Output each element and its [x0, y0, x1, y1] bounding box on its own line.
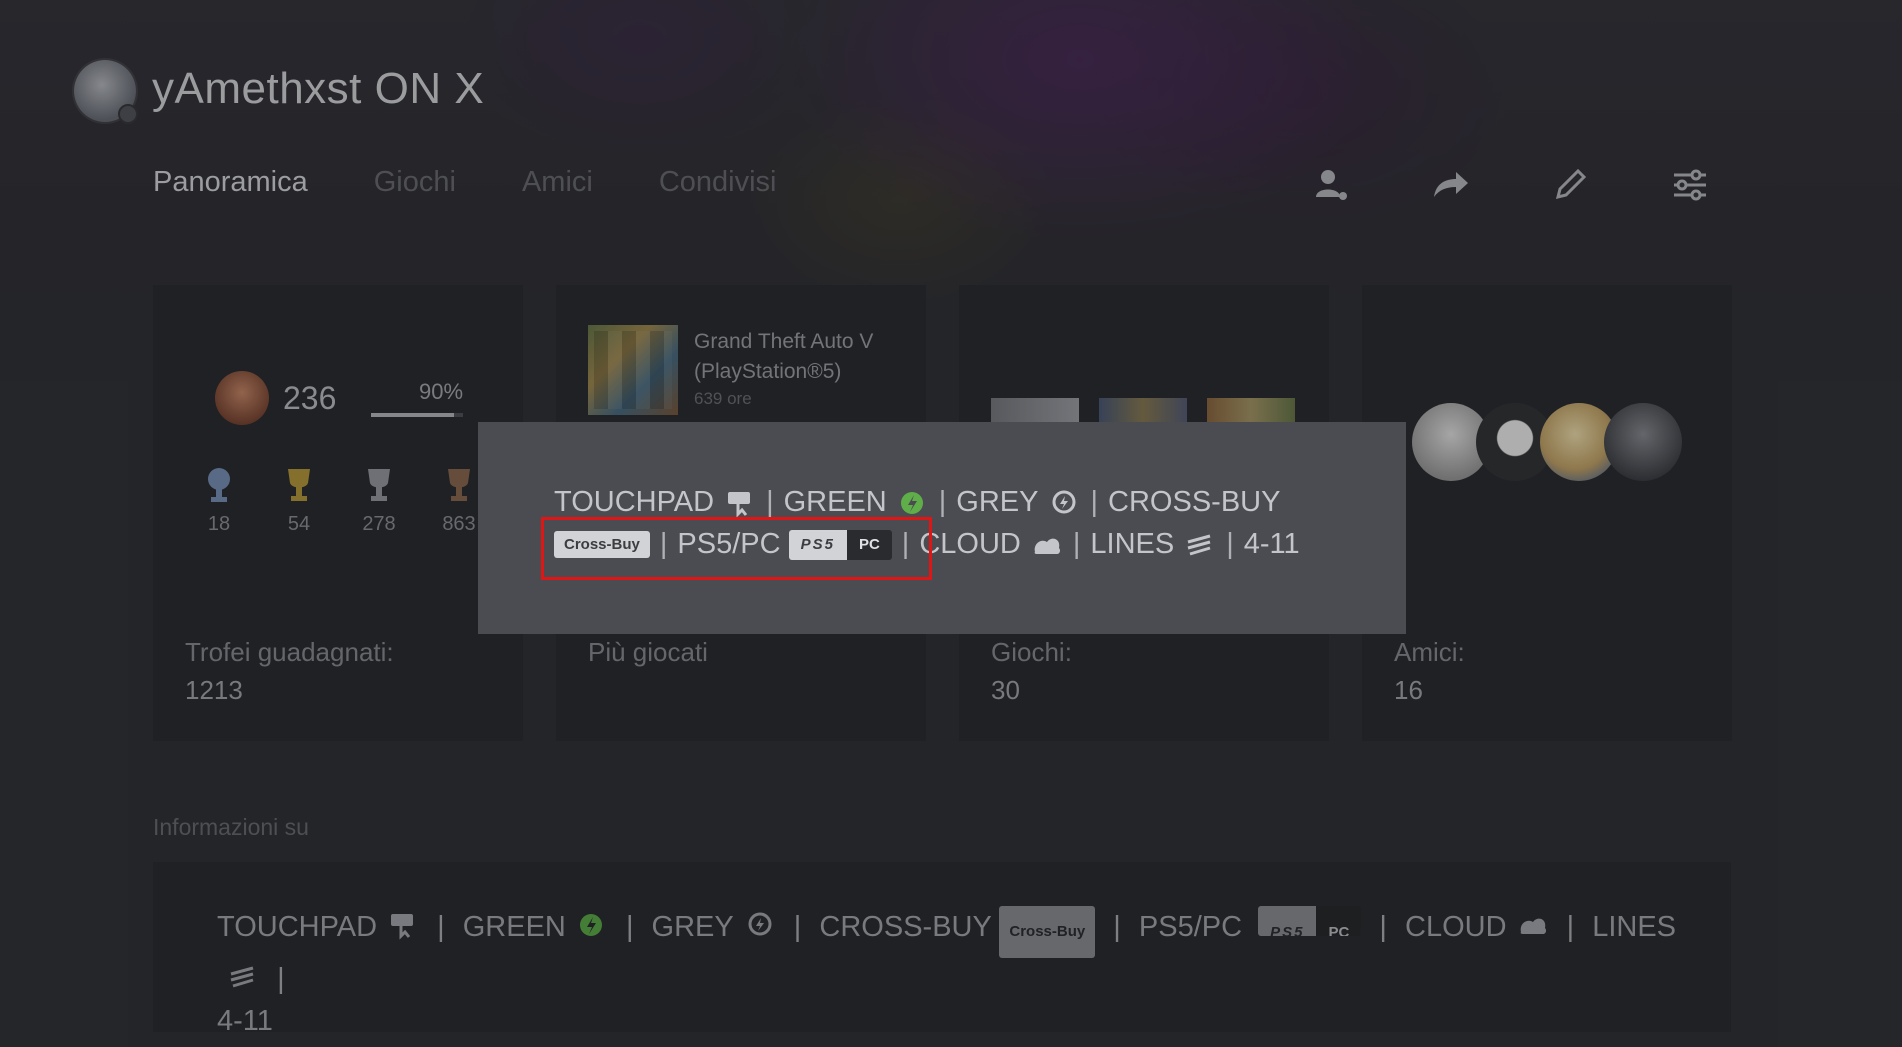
popup-lines: LINES — [1090, 528, 1175, 560]
green-icon — [897, 488, 929, 518]
popup-line-1: TOUCHPAD | GREEN | GREY | CROSS-BUY — [554, 486, 1280, 519]
popup-touchpad: TOUCHPAD — [554, 486, 715, 518]
popup-range: 4-11 — [1243, 528, 1300, 560]
popup-cloud: CLOUD — [919, 528, 1021, 560]
lines-icon — [1184, 530, 1216, 560]
separator: | — [1226, 528, 1234, 560]
popup-grey: GREY — [956, 486, 1039, 518]
cloud-gamepad-icon — [1031, 530, 1063, 560]
grey-icon — [1048, 488, 1080, 518]
highlight-box — [541, 517, 932, 580]
popup-green: GREEN — [783, 486, 887, 518]
separator: | — [1072, 528, 1081, 560]
touchpad-icon — [724, 488, 756, 518]
separator: | — [766, 486, 774, 518]
popup-cross-buy: CROSS-BUY — [1108, 486, 1281, 518]
separator: | — [938, 486, 947, 518]
separator: | — [1090, 486, 1099, 518]
